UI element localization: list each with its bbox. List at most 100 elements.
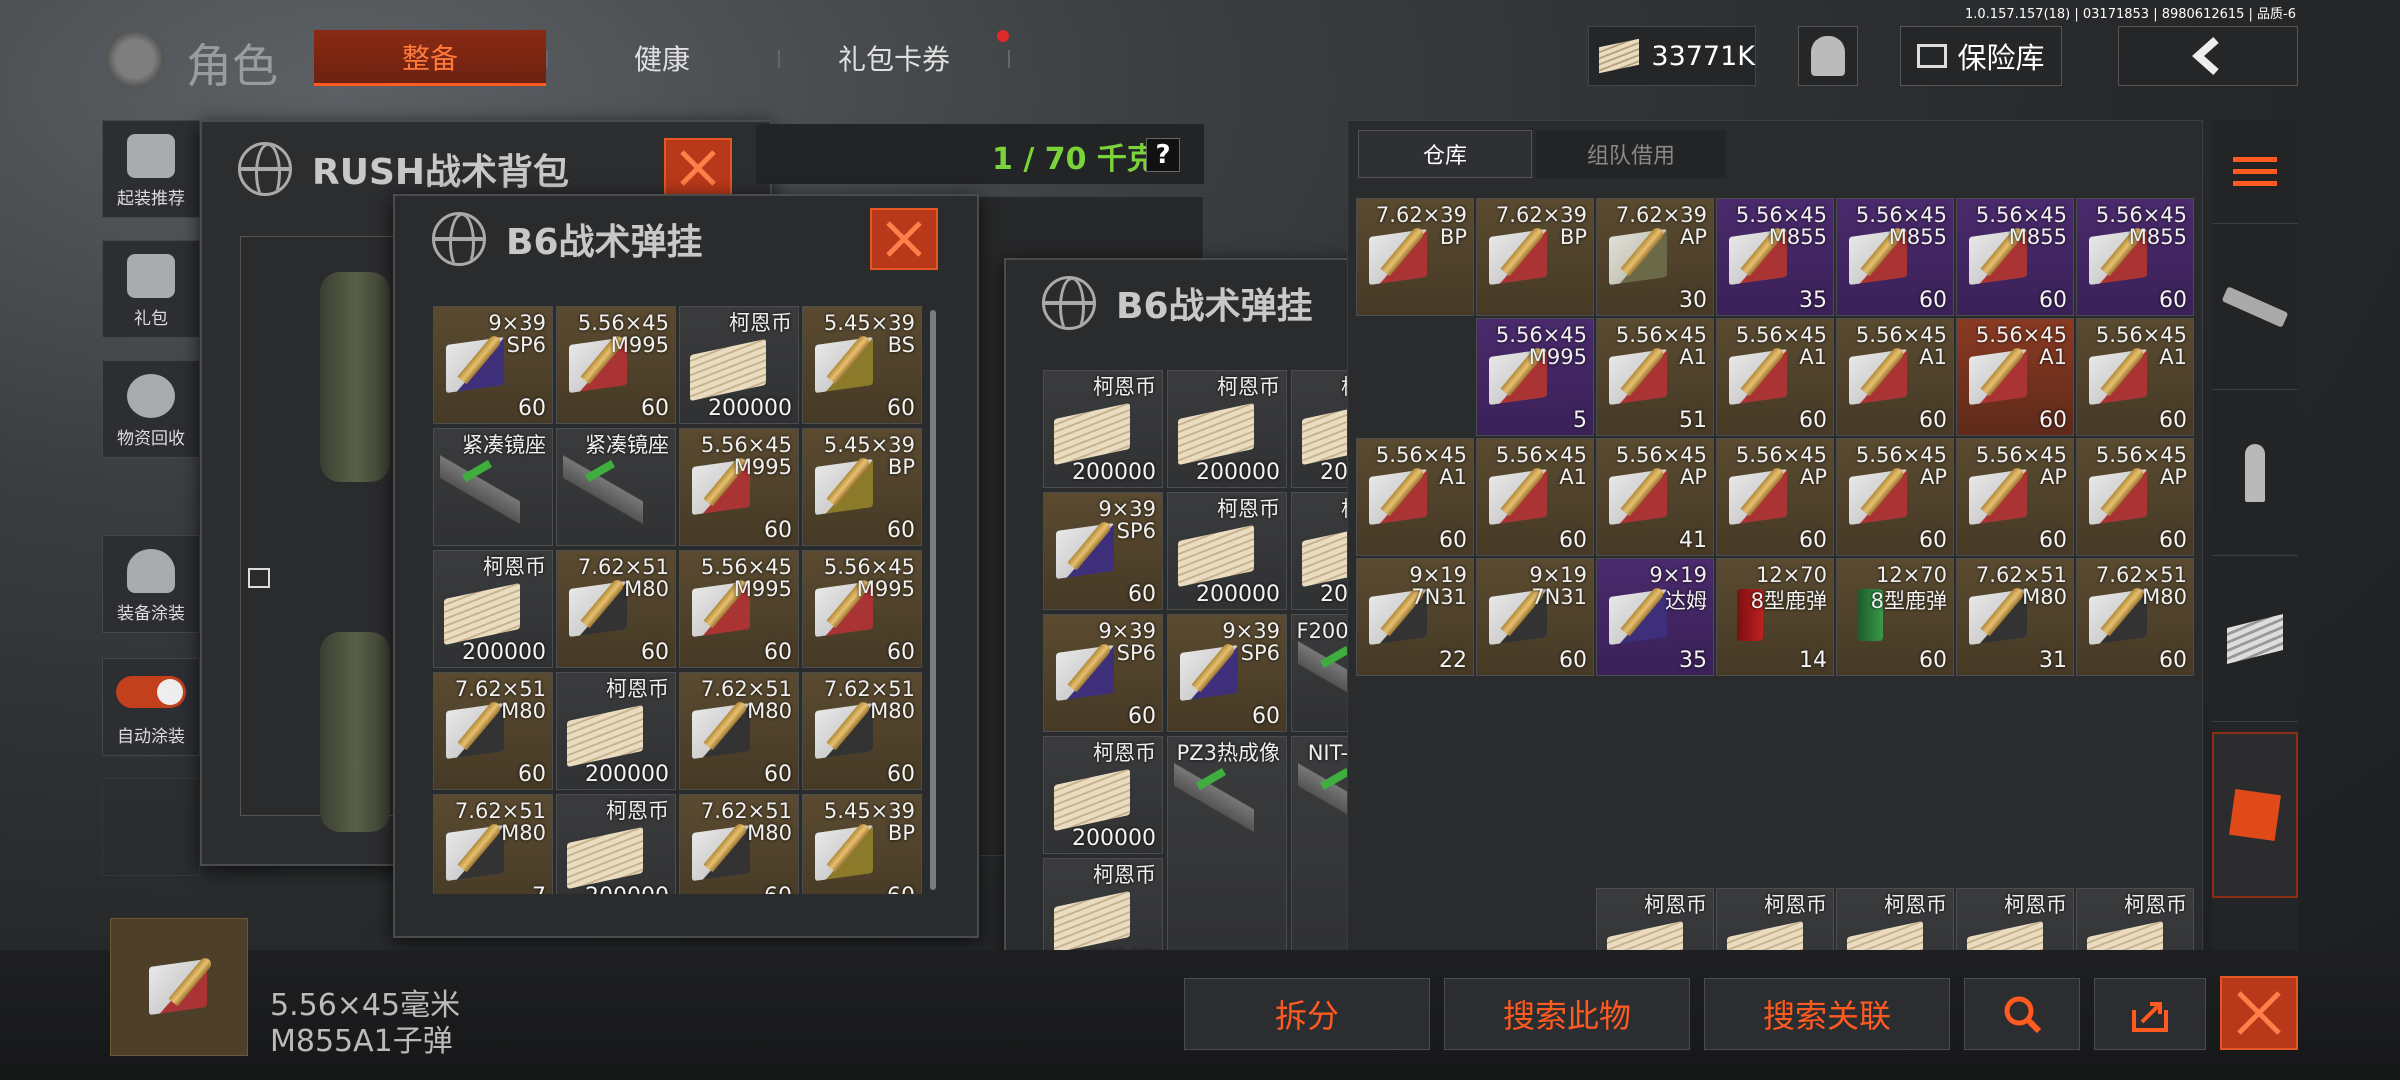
inventory-item[interactable]: 7.62×51M80 7 xyxy=(433,794,553,894)
sidebar-recommend[interactable]: 起装推荐 xyxy=(102,120,200,218)
inventory-item[interactable]: 柯恩币200000 xyxy=(679,306,799,424)
sidebar-auto-skin[interactable]: 自动涂装 xyxy=(102,658,200,756)
inventory-item[interactable]: 5.56×45 A1 60 xyxy=(2076,318,2194,436)
inventory-item[interactable]: 7.62×39 AP 30 xyxy=(1596,198,1714,316)
item-type: A1 xyxy=(1439,465,1467,489)
category-ammo[interactable] xyxy=(2212,390,2298,556)
item-name: 柯恩币 xyxy=(1093,375,1156,399)
category-sort[interactable] xyxy=(2212,120,2298,224)
inventory-item[interactable]: 柯恩币 xyxy=(1716,888,1834,958)
inventory-item[interactable]: 5.56×45 AP 60 xyxy=(1716,438,1834,556)
inventory-item[interactable]: 柯恩币 xyxy=(1596,888,1714,958)
category-package[interactable] xyxy=(2212,732,2298,898)
inventory-item[interactable]: 5.56×45 A1 60 xyxy=(1956,318,2074,436)
inventory-item[interactable]: 7.62×51M80 60 xyxy=(679,794,799,894)
inventory-item[interactable]: 9×39 SP6 60 xyxy=(1043,614,1163,732)
item-count: 60 xyxy=(1919,528,1947,553)
sidebar-recycle[interactable]: 物资回收 xyxy=(102,360,200,458)
tab-health[interactable]: 健康 xyxy=(548,30,776,86)
rig1-scrollbar[interactable] xyxy=(930,310,936,890)
inventory-item[interactable]: 5.56×45 A1 60 xyxy=(1836,318,1954,436)
attachment-icon xyxy=(440,449,520,529)
safe-button[interactable]: 保险库 xyxy=(1900,26,2062,86)
inventory-item[interactable]: 5.56×45 M855 60 xyxy=(1956,198,2074,316)
sidebar-gift[interactable]: 礼包 xyxy=(102,240,200,338)
inventory-item[interactable]: 柯恩币200000 xyxy=(556,672,676,790)
auto-skin-toggle[interactable] xyxy=(116,676,186,708)
backpack-close-button[interactable] xyxy=(664,138,732,198)
item-name: 7.62×39 xyxy=(1375,203,1467,227)
back-button[interactable] xyxy=(2118,26,2298,86)
storage-tab-warehouse[interactable]: 仓库 xyxy=(1358,130,1532,178)
inventory-item[interactable]: 5.45×39BP 60 xyxy=(802,794,922,894)
inventory-item[interactable]: 7.62×51M80 60 xyxy=(802,672,922,790)
inventory-item[interactable]: 柯恩币200000 xyxy=(556,794,676,894)
inventory-item[interactable]: 柯恩币 xyxy=(2076,888,2194,958)
inventory-item[interactable]: 7.62×51M80 60 xyxy=(679,672,799,790)
close-item-button[interactable] xyxy=(2220,976,2298,1050)
share-button[interactable] xyxy=(2094,978,2206,1050)
search-this-button[interactable]: 搜索此物 xyxy=(1444,978,1690,1050)
inventory-item[interactable]: 5.56×45 A1 51 xyxy=(1596,318,1714,436)
inventory-item[interactable]: 12×70 8型鹿弹 14 xyxy=(1716,558,1834,676)
selected-item-slot[interactable] xyxy=(110,918,248,1056)
inventory-item[interactable]: 柯恩币200000 xyxy=(1167,370,1287,488)
inventory-item[interactable]: 7.62×51M80 60 xyxy=(433,672,553,790)
inventory-item[interactable]: 5.56×45 M995 60 xyxy=(679,428,799,546)
inventory-item[interactable]: 紧凑镜座 xyxy=(433,428,553,546)
inventory-item[interactable]: 5.56×45 AP 60 xyxy=(1956,438,2074,556)
storage-tab-team[interactable]: 组队借用 xyxy=(1536,130,1726,178)
inventory-item[interactable]: 5.56×45 M855 35 xyxy=(1716,198,1834,316)
rig1-close-button[interactable] xyxy=(870,208,938,270)
item-count: 60 xyxy=(764,640,792,665)
search-button[interactable] xyxy=(1964,978,2080,1050)
inventory-item[interactable]: 柯恩币200000 xyxy=(1043,370,1163,488)
inventory-item[interactable]: 9×19 达姆 35 xyxy=(1596,558,1714,676)
currency-box[interactable]: 33771K xyxy=(1588,26,1756,86)
inventory-item[interactable]: 9×19 7N31 22 xyxy=(1356,558,1474,676)
inventory-item[interactable]: 5.56×45 M995 5 xyxy=(1476,318,1594,436)
inventory-item[interactable]: 5.56×45 M855 60 xyxy=(1836,198,1954,316)
inventory-item[interactable]: 5.56×45 AP 60 xyxy=(2076,438,2194,556)
inventory-item[interactable]: 9×19 7N31 60 xyxy=(1476,558,1594,676)
inventory-item[interactable]: 5.45×39BP 60 xyxy=(802,428,922,546)
category-money[interactable] xyxy=(2212,556,2298,722)
tab-equip[interactable]: 整备 xyxy=(314,30,546,86)
globe-icon xyxy=(238,142,292,196)
inventory-item[interactable]: 7.62×51 M80 31 xyxy=(1956,558,2074,676)
inventory-item[interactable]: 7.62×51M80 60 xyxy=(556,550,676,668)
inventory-item[interactable]: 12×70 8型鹿弹 60 xyxy=(1836,558,1954,676)
inventory-item[interactable]: 5.56×45 A1 60 xyxy=(1716,318,1834,436)
inventory-item[interactable]: 9×39 SP6 60 xyxy=(1043,492,1163,610)
inventory-item[interactable]: 柯恩币 xyxy=(1956,888,2074,958)
inventory-item[interactable]: 5.45×39 BS 60 xyxy=(802,306,922,424)
help-button[interactable]: ? xyxy=(1146,138,1180,172)
inventory-item[interactable]: 7.62×39 BP xyxy=(1356,198,1474,316)
inventory-item[interactable]: 5.56×45 A1 60 xyxy=(1476,438,1594,556)
search-related-button[interactable]: 搜索关联 xyxy=(1704,978,1950,1050)
inventory-item[interactable]: 5.56×45 M995 60 xyxy=(802,550,922,668)
inventory-item[interactable]: 9×39 SP6 60 xyxy=(1167,614,1287,732)
inventory-item[interactable]: 5.56×45 A1 60 xyxy=(1356,438,1474,556)
inventory-item[interactable]: 5.56×45 M855 60 xyxy=(2076,198,2194,316)
inventory-item[interactable]: 柯恩币200000 xyxy=(1167,492,1287,610)
inventory-item[interactable]: PZ3热成像 xyxy=(1167,736,1287,958)
inventory-item[interactable]: 5.56×45 AP 60 xyxy=(1836,438,1954,556)
inventory-item[interactable]: 5.56×45 M995 60 xyxy=(556,306,676,424)
inventory-item[interactable]: 9×39 SP6 60 xyxy=(433,306,553,424)
agent-button[interactable] xyxy=(1798,26,1858,86)
inventory-item[interactable]: 紧凑镜座 xyxy=(556,428,676,546)
item-type: A1 xyxy=(1919,345,1947,369)
inventory-item[interactable]: 柯恩币200000 xyxy=(433,550,553,668)
inventory-item[interactable]: 5.56×45 M995 60 xyxy=(679,550,799,668)
inventory-item[interactable]: 柯恩币 xyxy=(1836,888,1954,958)
inventory-item[interactable]: 7.62×39 BP xyxy=(1476,198,1594,316)
inventory-item[interactable]: 5.56×45 AP 41 xyxy=(1596,438,1714,556)
split-button[interactable]: 拆分 xyxy=(1184,978,1430,1050)
tab-gift[interactable]: 礼包卡券 xyxy=(780,30,1008,86)
inventory-item[interactable]: 7.62×51M80 60 xyxy=(2076,558,2194,676)
inventory-item[interactable]: 柯恩币200000 xyxy=(1043,858,1163,958)
inventory-item[interactable]: 柯恩币200000 xyxy=(1043,736,1163,854)
category-rifle[interactable] xyxy=(2212,224,2298,390)
sidebar-skin[interactable]: 装备涂装 xyxy=(102,535,200,633)
